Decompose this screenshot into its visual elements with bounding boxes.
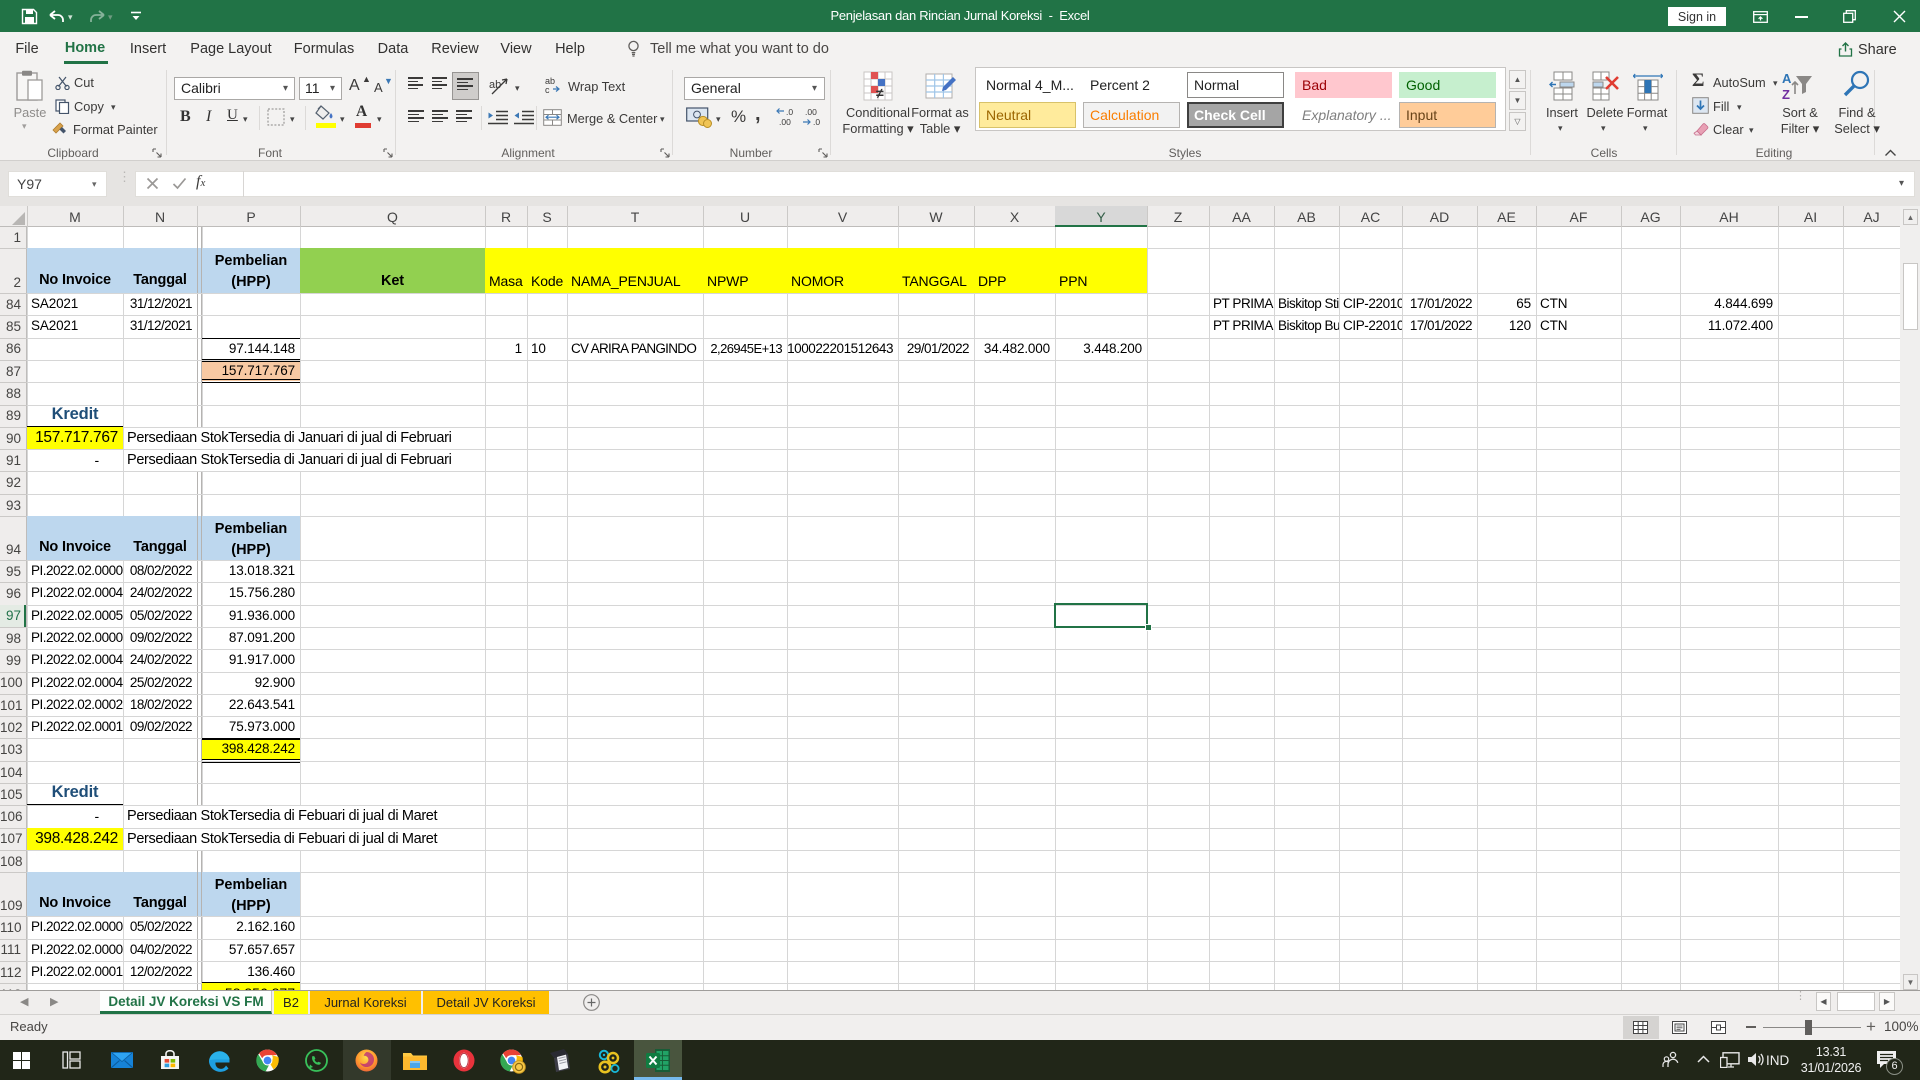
svg-text:A: A bbox=[1782, 71, 1792, 86]
svg-text:.00: .00 bbox=[779, 117, 791, 127]
svg-text:.00: .00 bbox=[805, 107, 817, 117]
svg-text:≠: ≠ bbox=[876, 85, 884, 101]
svg-text:Z: Z bbox=[1782, 87, 1790, 102]
svg-text:ab: ab bbox=[489, 79, 501, 91]
svg-text:.0: .0 bbox=[813, 117, 820, 127]
svg-text:c: c bbox=[545, 85, 550, 94]
svg-text:.0: .0 bbox=[786, 107, 793, 117]
